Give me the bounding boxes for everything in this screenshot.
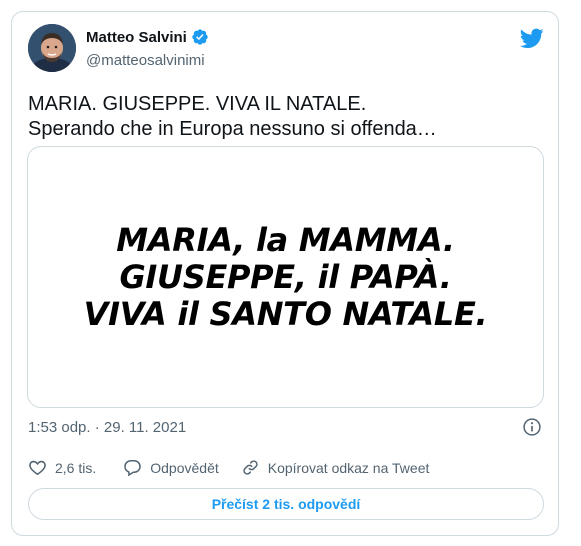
- link-icon: [243, 460, 258, 475]
- reply-label: Odpovědět: [150, 459, 219, 476]
- copy-link-button[interactable]: Kopírovat odkaz na Tweet: [241, 458, 430, 477]
- read-replies-button[interactable]: Přečíst 2 tis. odpovědí: [28, 488, 544, 520]
- like-count: 2,6 tis.: [55, 459, 97, 476]
- tweet-card: Matteo Salvini @matteosalvinimi MARIA. G…: [11, 11, 559, 536]
- avatar-image: [28, 24, 76, 72]
- media-text-line-2: GIUSEPPE, il PAPÀ.: [119, 257, 452, 296]
- media-text: MARIA, la MAMMA. GIUSEPPE, il PAPÀ. VIVA…: [83, 220, 488, 333]
- twitter-bird-icon[interactable]: [520, 26, 544, 50]
- display-name[interactable]: Matteo Salvini: [86, 29, 187, 46]
- tweet-text-line-1: MARIA. GIUSEPPE. VIVA IL NATALE.: [28, 93, 367, 115]
- media-text-line-1: MARIA, la MAMMA.: [116, 220, 455, 259]
- reply-button[interactable]: Odpovědět: [123, 458, 219, 477]
- tweet-text: MARIA. GIUSEPPE. VIVA IL NATALE. Sperand…: [28, 92, 543, 142]
- reply-bubble-icon: [124, 460, 142, 477]
- avatar[interactable]: [28, 24, 76, 72]
- verified-badge-icon: [192, 29, 208, 45]
- author-handle[interactable]: @matteosalvinimi: [86, 52, 205, 69]
- info-icon[interactable]: [522, 417, 542, 437]
- tweet-media-image[interactable]: MARIA, la MAMMA. GIUSEPPE, il PAPÀ. VIVA…: [27, 146, 544, 408]
- copy-link-label: Kopírovat odkaz na Tweet: [267, 459, 430, 476]
- heart-icon: [29, 460, 46, 476]
- media-text-line-3: VIVA il SANTO NATALE.: [83, 294, 488, 333]
- like-button[interactable]: 2,6 tis.: [28, 458, 96, 477]
- tweet-text-line-2: Sperando che in Europa nessuno si offend…: [28, 118, 437, 140]
- tweet-actions-bar: 2,6 tis. Odpovědět Kopírovat odkaz na Tw…: [28, 458, 429, 477]
- author-name-row[interactable]: Matteo Salvini: [86, 28, 209, 46]
- tweet-timestamp[interactable]: 1:53 odp. · 29. 11. 2021: [28, 419, 186, 436]
